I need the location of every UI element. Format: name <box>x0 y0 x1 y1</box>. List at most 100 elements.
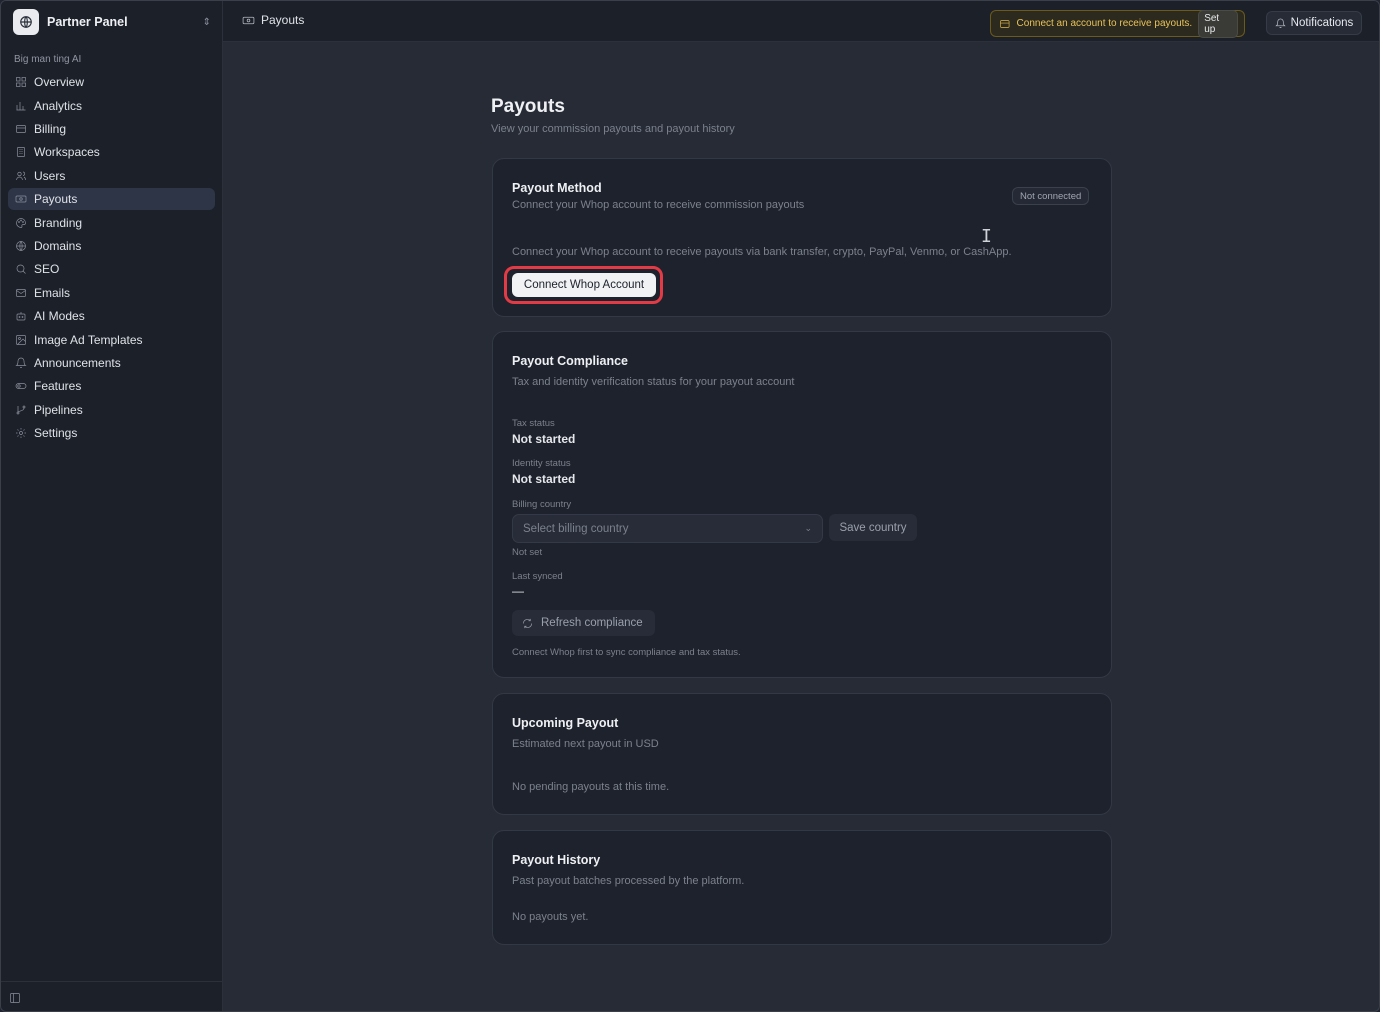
select-placeholder: Select billing country <box>523 522 629 535</box>
connect-whop-button[interactable]: Connect Whop Account <box>512 273 656 297</box>
billing-country-label: Billing country <box>512 499 572 510</box>
refresh-label: Refresh compliance <box>541 617 643 629</box>
palette-icon <box>15 217 27 229</box>
refresh-icon <box>523 618 532 628</box>
card-description: Connect your Whop account to receive com… <box>512 199 805 211</box>
sidebar-item-label: Announcements <box>34 355 121 370</box>
banknote-icon <box>15 193 27 205</box>
setup-button[interactable]: Set up <box>1198 9 1238 38</box>
toggle-icon <box>15 380 27 392</box>
page-subtitle: View your commission payouts and payout … <box>491 123 735 135</box>
identity-status-value: Not started <box>512 472 576 486</box>
refresh-compliance-button[interactable]: Refresh compliance <box>512 610 655 636</box>
sidebar-item-analytics[interactable]: Analytics <box>8 94 215 117</box>
breadcrumb-label: Payouts <box>261 13 305 27</box>
sidebar-item-pipelines[interactable]: Pipelines <box>8 398 215 421</box>
tax-status-label: Tax status <box>512 418 555 429</box>
sidebar-item-users[interactable]: Users <box>8 165 215 188</box>
sidebar-item-label: Users <box>34 168 66 183</box>
brand-name: Partner Panel <box>47 15 128 29</box>
tax-status-value: Not started <box>512 432 576 446</box>
sidebar-item-label: AI Modes <box>34 309 85 324</box>
sidebar-item-label: Image Ad Templates <box>34 332 143 347</box>
workspace-switcher[interactable]: Partner Panel ⇕ <box>9 7 215 37</box>
sidebar-item-announcements[interactable]: Announcements <box>8 352 215 375</box>
git-branch-icon <box>15 404 27 416</box>
sidebar-item-label: Workspaces <box>34 145 100 160</box>
sidebar-item-label: Branding <box>34 215 83 230</box>
app-window: Partner Panel ⇕ Big man ting AI Overview… <box>0 0 1380 1012</box>
upcoming-payout-card: Upcoming Payout Estimated next payout in… <box>492 693 1112 815</box>
sidebar-item-emails[interactable]: Emails <box>8 282 215 305</box>
payout-method-card: Payout Method Connect your Whop account … <box>492 158 1112 317</box>
payout-method-info: Connect your Whop account to receive pay… <box>512 246 1012 258</box>
text-cursor-icon: I <box>981 226 992 247</box>
top-bar: Payouts Connect an account to receive pa… <box>223 1 1379 42</box>
building-icon <box>15 146 27 158</box>
bell-icon <box>15 357 27 369</box>
sidebar-item-label: Settings <box>34 426 78 441</box>
sidebar-item-label: Emails <box>34 285 71 300</box>
card-description: Estimated next payout in USD <box>512 738 659 750</box>
sidebar-item-overview[interactable]: Overview <box>8 71 215 94</box>
card-description: Tax and identity verification status for… <box>512 376 795 388</box>
chevron-up-down-icon: ⇕ <box>202 16 211 28</box>
image-icon <box>15 334 27 346</box>
sidebar-item-seo[interactable]: SEO <box>8 258 215 281</box>
mail-icon <box>15 287 27 299</box>
sidebar-item-label: Pipelines <box>34 402 83 417</box>
gear-icon <box>15 427 27 439</box>
card-title: Payout Compliance <box>512 354 628 368</box>
sidebar-item-label: Payouts <box>34 192 78 207</box>
billing-country-select[interactable]: Select billing country ⌄ <box>512 514 823 543</box>
sidebar-item-settings[interactable]: Settings <box>8 422 215 445</box>
notifications-label: Notifications <box>1290 17 1354 29</box>
bar-chart-icon <box>15 100 27 112</box>
sidebar: Partner Panel ⇕ Big man ting AI Overview… <box>1 1 223 1011</box>
globe-logo-icon <box>13 9 39 35</box>
workspace-label: Big man ting AI <box>14 54 82 65</box>
save-country-button[interactable]: Save country <box>829 514 917 541</box>
empty-state: No payouts yet. <box>512 911 589 923</box>
country-status: Not set <box>512 547 543 558</box>
compliance-hint: Connect Whop first to sync compliance an… <box>512 647 741 658</box>
payout-compliance-card: Payout Compliance Tax and identity verif… <box>492 331 1112 678</box>
sidebar-toggle-icon[interactable] <box>9 991 21 1003</box>
payout-setup-alert: Connect an account to receive payouts. S… <box>990 9 1245 38</box>
notifications-button[interactable]: Notifications <box>1266 11 1362 35</box>
sidebar-item-domains[interactable]: Domains <box>8 235 215 258</box>
sidebar-item-branding[interactable]: Branding <box>8 211 215 234</box>
grid-icon <box>15 76 27 88</box>
bot-icon <box>15 310 27 322</box>
bell-icon <box>1274 18 1286 28</box>
last-synced-label: Last synced <box>512 571 563 582</box>
sidebar-footer <box>1 981 223 1011</box>
banknote-icon <box>242 16 255 24</box>
credit-card-icon <box>15 123 27 135</box>
chevron-down-icon: ⌄ <box>804 523 812 533</box>
sidebar-item-label: SEO <box>34 262 60 277</box>
identity-status-label: Identity status <box>512 458 571 469</box>
sidebar-item-image-ad-templates[interactable]: Image Ad Templates <box>8 328 215 351</box>
sidebar-item-label: Overview <box>34 75 85 90</box>
alert-text: Connect an account to receive payouts. <box>1016 18 1193 29</box>
sidebar-item-workspaces[interactable]: Workspaces <box>8 141 215 164</box>
last-synced-value: — <box>512 584 524 598</box>
payout-history-card: Payout History Past payout batches proce… <box>492 830 1112 945</box>
card-title: Payout Method <box>512 181 602 195</box>
sidebar-item-label: Analytics <box>34 98 83 113</box>
sidebar-item-payouts[interactable]: Payouts <box>8 187 215 211</box>
search-icon <box>15 263 27 275</box>
card-title: Upcoming Payout <box>512 716 619 730</box>
page-title: Payouts <box>491 96 565 117</box>
sidebar-item-billing[interactable]: Billing <box>8 118 215 141</box>
status-badge: Not connected <box>1012 187 1090 205</box>
sidebar-item-label: Domains <box>34 238 82 253</box>
empty-state: No pending payouts at this time. <box>512 781 670 793</box>
sidebar-item-label: Billing <box>34 122 67 137</box>
users-icon <box>15 170 27 182</box>
breadcrumb: Payouts <box>242 13 304 27</box>
sidebar-item-ai-modes[interactable]: AI Modes <box>8 305 215 328</box>
sidebar-nav: Overview Analytics Billing Workspaces Users P… <box>8 71 215 445</box>
sidebar-item-features[interactable]: Features <box>8 375 215 398</box>
